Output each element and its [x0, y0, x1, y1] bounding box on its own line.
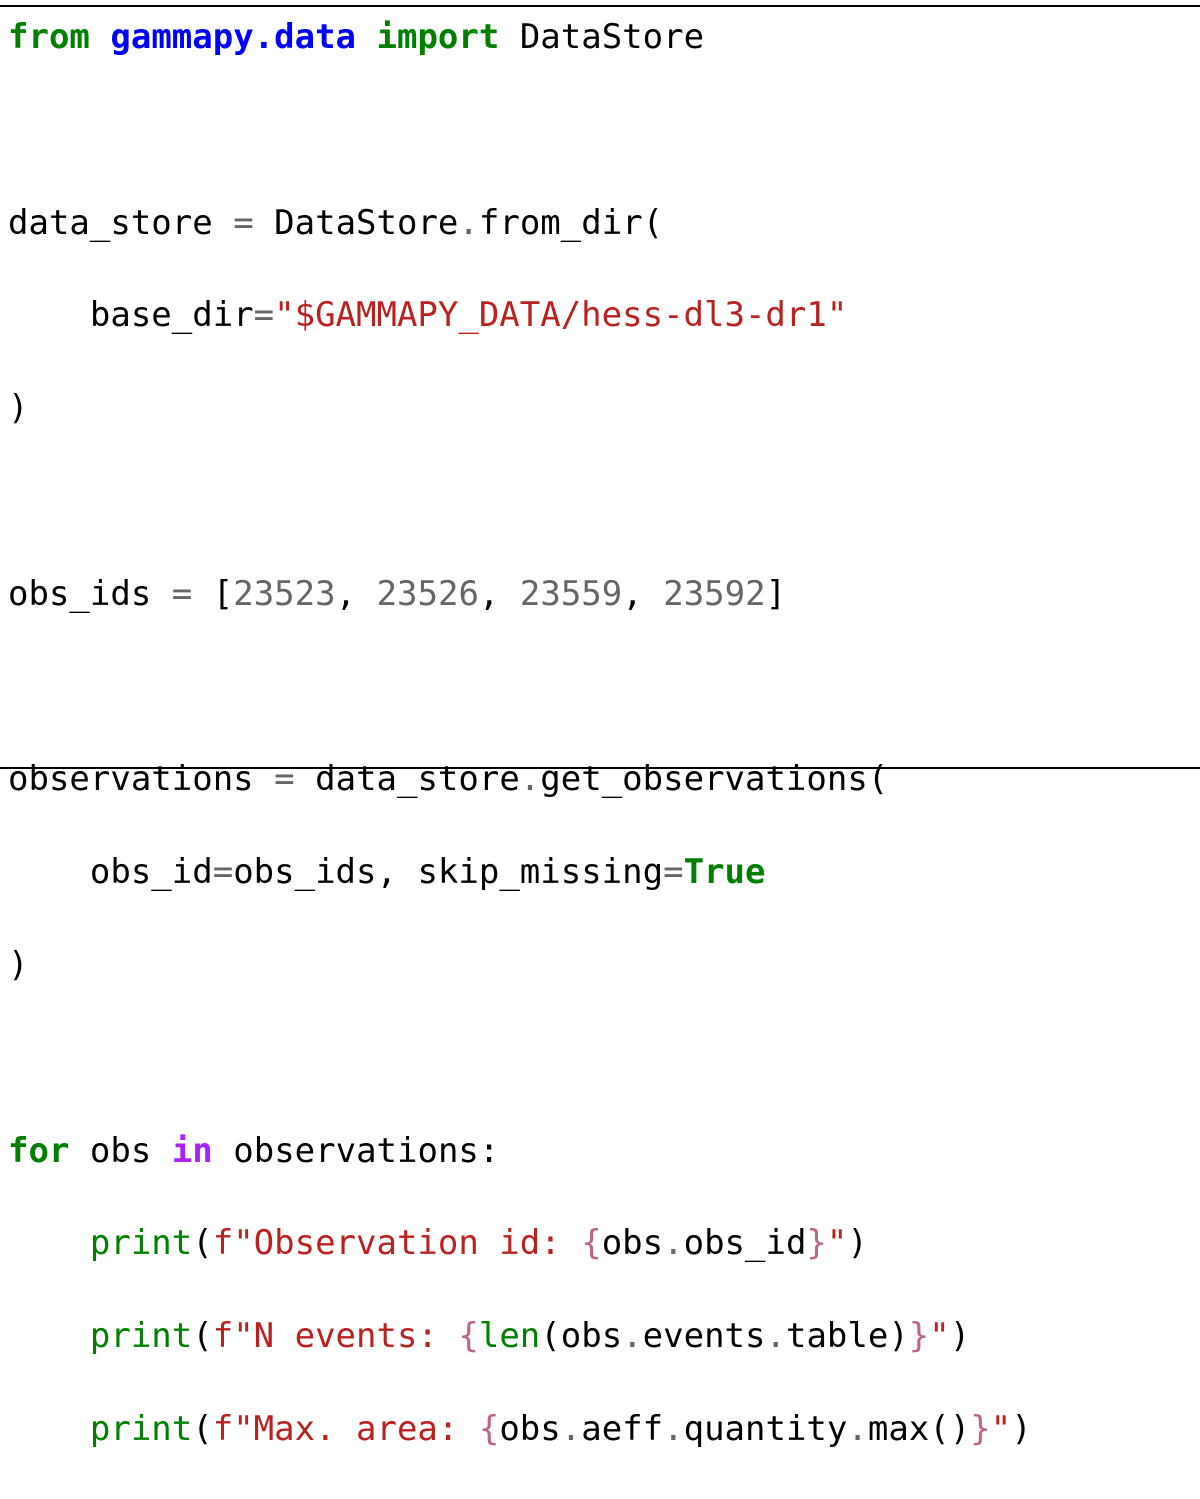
- expression: obs: [499, 1408, 561, 1449]
- fstring-text: f"Observation id:: [212, 1223, 582, 1264]
- operator: .: [663, 1223, 684, 1264]
- code-line-5: ): [8, 385, 1032, 431]
- boolean-literal: True: [683, 852, 766, 893]
- code-line-14: print(f"Observation id: {obs.obs_id}"): [8, 1220, 1032, 1266]
- operator: =: [212, 852, 234, 893]
- operator: .: [765, 1316, 786, 1357]
- bottom-rule: [0, 767, 1200, 769]
- operator: .: [622, 1316, 643, 1357]
- expression: obs_id: [683, 1223, 807, 1264]
- interpolation-brace: {: [478, 1408, 500, 1449]
- close-paren: ): [1011, 1408, 1032, 1449]
- expression: (obs: [540, 1316, 623, 1357]
- code-block: from gammapy.data import DataStore data_…: [8, 14, 1032, 1499]
- expression: max(): [867, 1408, 971, 1449]
- code-line-13: for obs in observations:: [8, 1128, 1032, 1174]
- operator: =: [274, 759, 295, 800]
- close-bracket: ]: [765, 573, 787, 614]
- builtin-len: len: [478, 1316, 541, 1357]
- separator: ,: [335, 573, 357, 614]
- iterable: observations:: [233, 1130, 500, 1171]
- expression: quantity: [683, 1408, 848, 1449]
- builtin-print: print: [89, 1316, 193, 1357]
- operator: .: [519, 759, 541, 800]
- argument-name: base_dir: [89, 295, 254, 336]
- operator: .: [458, 202, 479, 243]
- argument-value: obs_ids,: [233, 852, 397, 893]
- fstring-end: ": [929, 1316, 950, 1357]
- operator: .: [847, 1408, 868, 1449]
- open-paren: (: [192, 1408, 213, 1449]
- number-literal: 23526: [376, 573, 479, 614]
- fstring-end: ": [990, 1408, 1012, 1449]
- interpolation-brace: }: [806, 1223, 827, 1264]
- variable: obs_ids: [8, 573, 152, 614]
- close-paren: ): [847, 1223, 868, 1264]
- number-literal: 23523: [233, 573, 336, 614]
- code-line-10: obs_id=obs_ids, skip_missing=True: [8, 849, 1032, 895]
- interpolation-brace: {: [458, 1316, 479, 1357]
- expression: obs: [601, 1223, 664, 1264]
- code-line-7: obs_ids = [23523, 23526, 23559, 23592]: [8, 571, 1032, 617]
- operator: .: [560, 1408, 582, 1449]
- code-line-9: observations = data_store.get_observatio…: [8, 756, 1032, 802]
- close-paren: ): [8, 388, 29, 429]
- builtin-print: print: [89, 1408, 193, 1449]
- fstring-end: ": [826, 1223, 848, 1264]
- imported-name: DataStore: [519, 17, 705, 57]
- expression: events: [642, 1316, 766, 1357]
- operator: =: [253, 295, 275, 336]
- class-name: DataStore: [274, 202, 459, 243]
- expression: aeff: [581, 1408, 664, 1449]
- keyword-from: from: [8, 17, 90, 57]
- argument-name: obs_id: [89, 852, 213, 893]
- code-line-1: from gammapy.data import DataStore: [8, 14, 1032, 60]
- code-line-16: print(f"Max. area: {obs.aeff.quantity.ma…: [8, 1406, 1032, 1452]
- keyword-for: for: [8, 1130, 70, 1171]
- number-literal: 23559: [519, 573, 623, 614]
- code-line-11: ): [8, 942, 1032, 988]
- expression: table): [785, 1316, 909, 1357]
- keyword-in: in: [171, 1130, 213, 1171]
- operator: .: [663, 1408, 684, 1449]
- interpolation-brace: }: [908, 1316, 930, 1357]
- fstring-text: f"Max. area:: [212, 1408, 479, 1449]
- separator: ,: [478, 573, 500, 614]
- code-line-4: base_dir="$GAMMAPY_DATA/hess-dl3-dr1": [8, 292, 1032, 338]
- interpolation-brace: {: [581, 1223, 602, 1264]
- operator: =: [663, 852, 684, 893]
- close-paren: ): [949, 1316, 971, 1357]
- fstring-text: f"N events:: [212, 1316, 459, 1357]
- interpolation-brace: }: [970, 1408, 991, 1449]
- open-bracket: [: [212, 573, 234, 614]
- loop-variable: obs: [89, 1130, 152, 1171]
- open-paren: (: [192, 1316, 213, 1357]
- close-paren: ): [8, 944, 29, 985]
- variable: data_store: [8, 202, 213, 243]
- operator: =: [233, 202, 254, 243]
- string-literal: "$GAMMAPY_DATA/hess-dl3-dr1": [274, 295, 848, 336]
- separator: ,: [622, 573, 643, 614]
- argument-name: skip_missing: [417, 852, 664, 893]
- method-call: get_observations(: [540, 759, 889, 800]
- code-line-15: print(f"N events: {len(obs.events.table)…: [8, 1313, 1032, 1359]
- operator: =: [171, 573, 193, 614]
- keyword-import: import: [376, 17, 500, 57]
- variable: observations: [8, 759, 254, 800]
- object-name: data_store: [315, 759, 520, 800]
- method-call: from_dir(: [478, 202, 664, 243]
- builtin-print: print: [89, 1223, 193, 1264]
- open-paren: (: [192, 1223, 213, 1264]
- code-line-3: data_store = DataStore.from_dir(: [8, 200, 1032, 246]
- module-name: gammapy.data: [110, 17, 357, 57]
- number-literal: 23592: [663, 573, 766, 614]
- top-rule: [0, 5, 1200, 7]
